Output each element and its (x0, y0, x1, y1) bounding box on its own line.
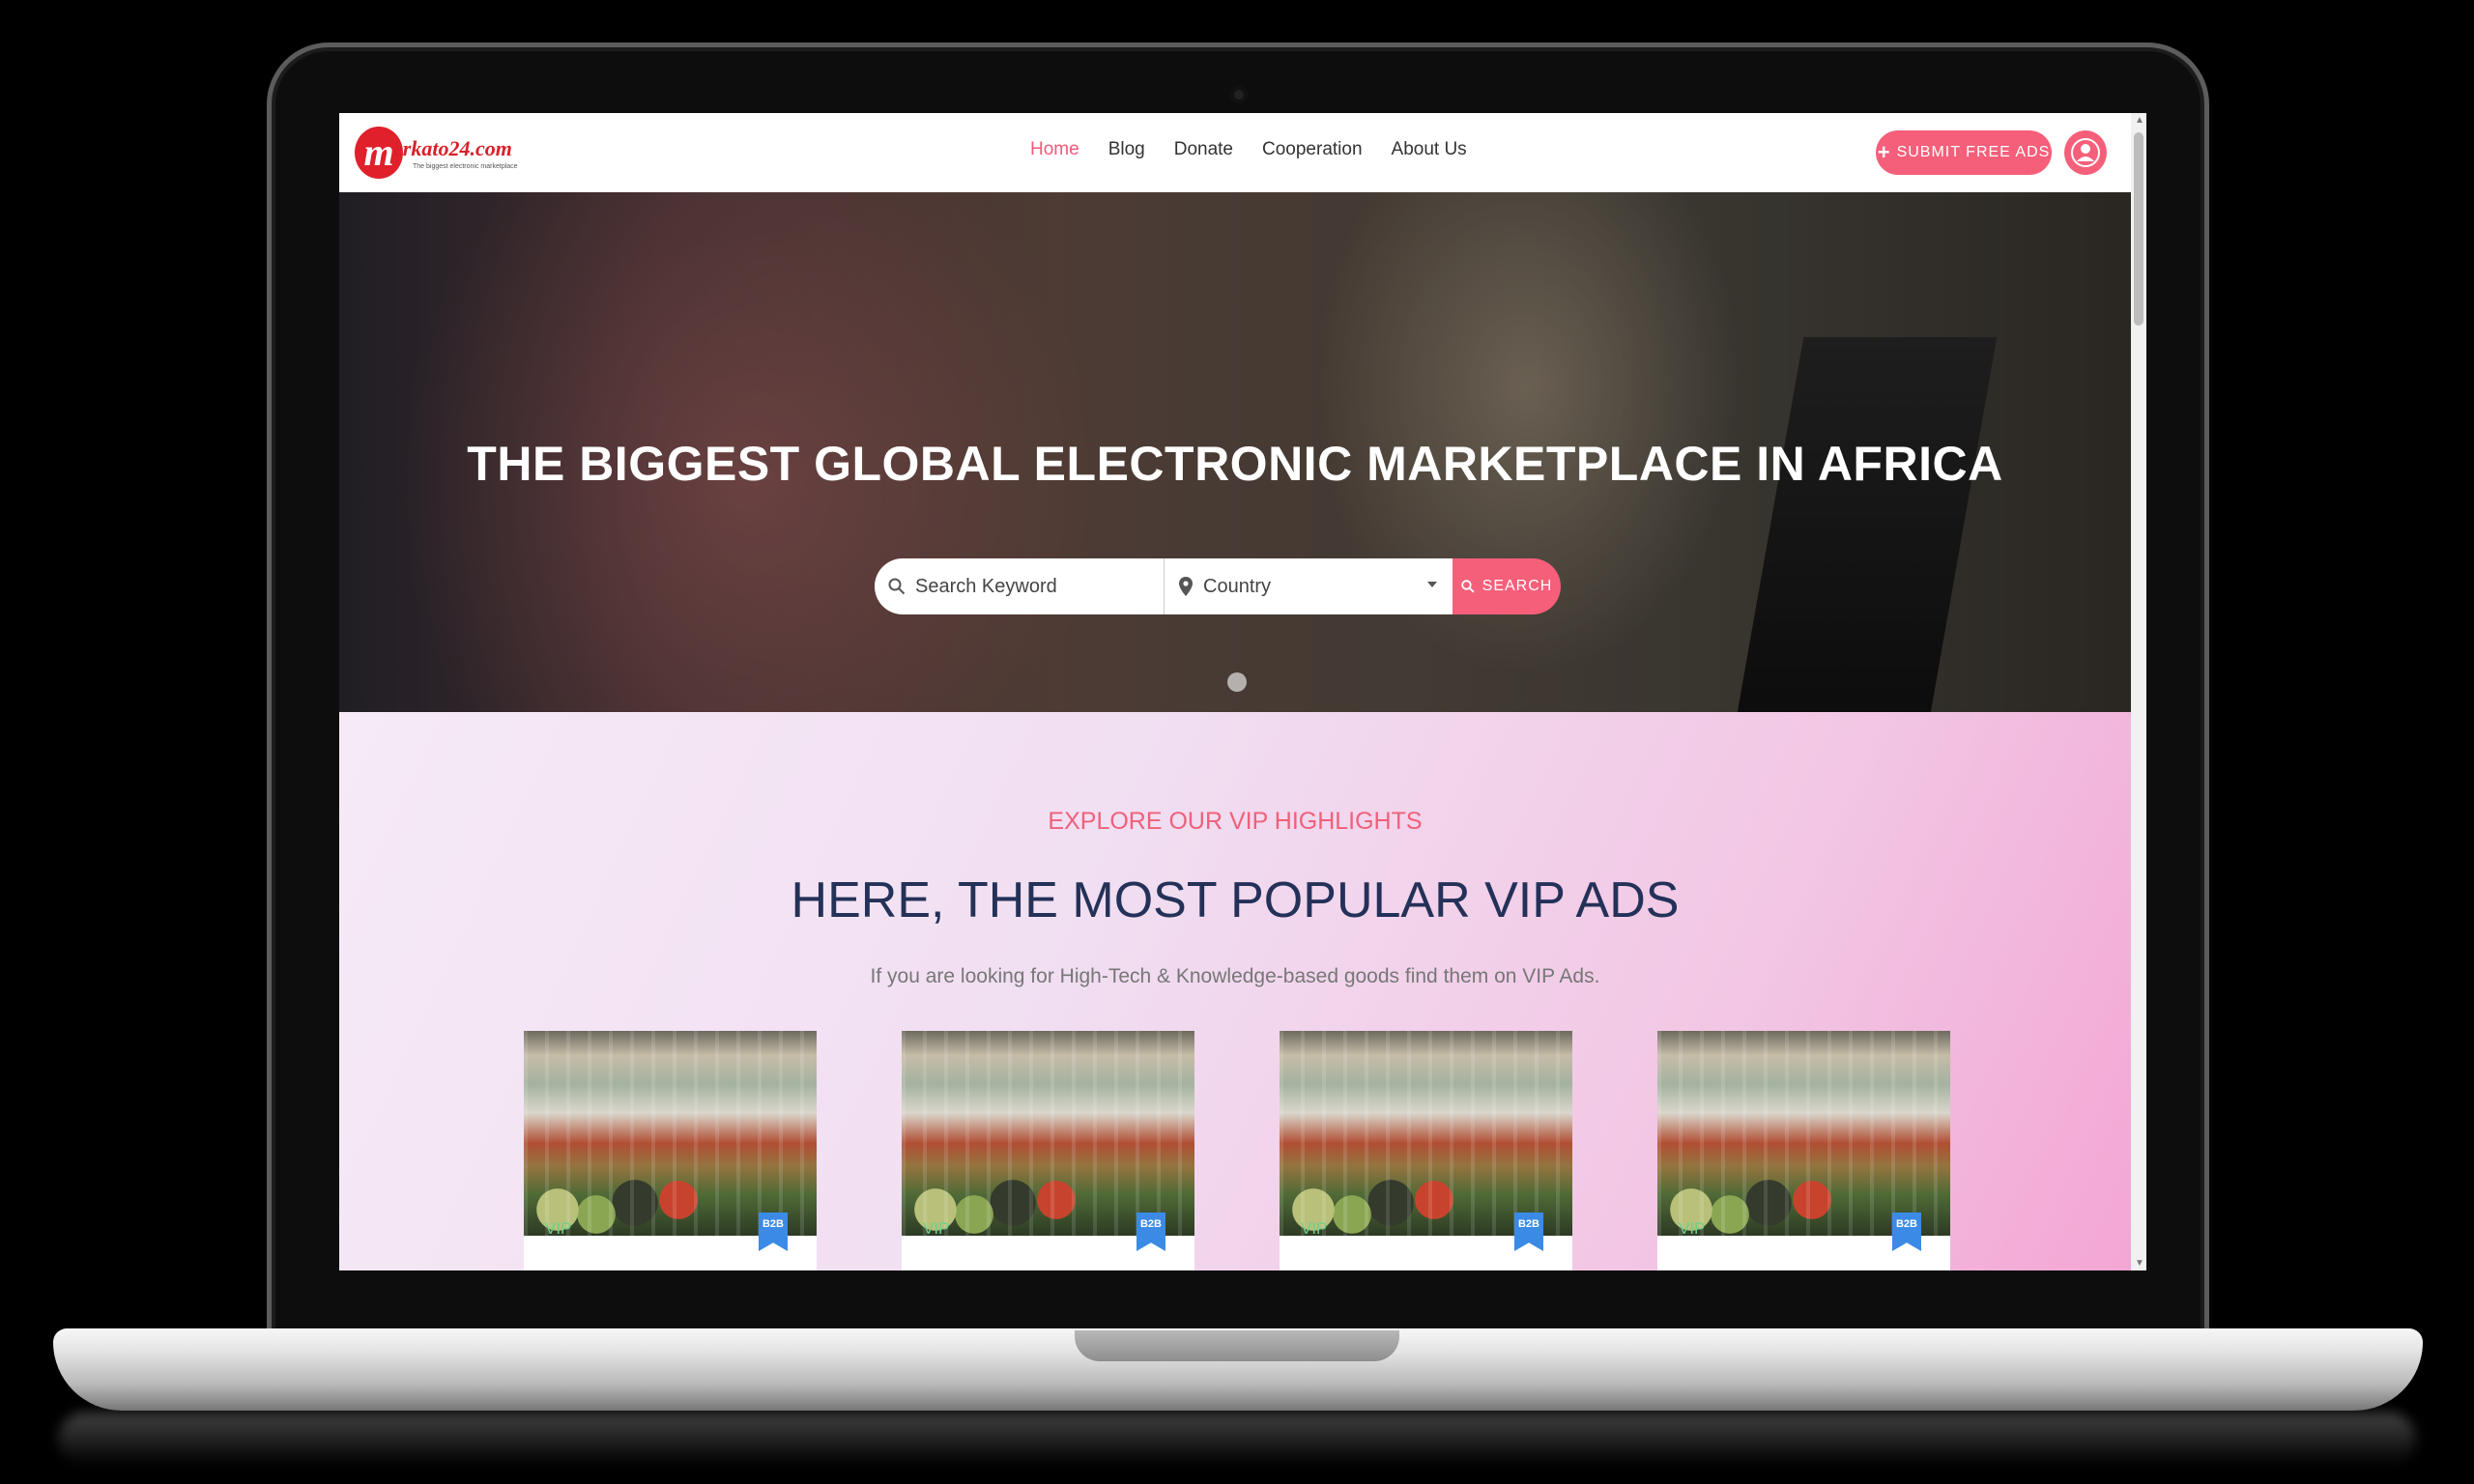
vip-badge: VIP (1679, 1219, 1706, 1238)
page-scrollbar[interactable]: ▲ ▼ (2131, 113, 2146, 1270)
scrollbar-thumb[interactable] (2134, 132, 2143, 326)
scroll-up-arrow-icon[interactable]: ▲ (2135, 115, 2144, 126)
vip-badge: VIP (923, 1219, 950, 1238)
map-pin-icon (1179, 577, 1193, 596)
vip-ad-card[interactable]: VIP B2B (902, 1031, 1194, 1270)
vip-ad-image-overlay (902, 1031, 1194, 1236)
b2b-tag: B2B (759, 1213, 788, 1251)
search-button-icon (1460, 580, 1475, 593)
browser-screen: m erkato24.com The biggest electronic ma… (339, 113, 2146, 1270)
search-keyword-input[interactable]: Search Keyword (875, 558, 1165, 614)
hero-banner: THE BIGGEST GLOBAL ELECTRONIC MARKETPLAC… (339, 192, 2131, 712)
vip-badge: VIP (1301, 1219, 1328, 1238)
vip-ad-image-overlay (1657, 1031, 1950, 1236)
submit-free-ads-button[interactable]: + SUBMIT FREE ADS (1876, 130, 2052, 175)
vip-section-label: EXPLORE OUR VIP HIGHLIGHTS (1048, 808, 1423, 835)
vip-section-heading: HERE, THE MOST POPULAR VIP ADS (791, 872, 1680, 928)
user-account-button[interactable] (2064, 130, 2107, 175)
nav-links: Home Blog Donate Cooperation About Us (1030, 139, 1467, 160)
vip-ad-card[interactable]: VIP B2B (524, 1031, 817, 1270)
navbar: m erkato24.com The biggest electronic ma… (339, 113, 2131, 193)
vip-ad-image-overlay (524, 1031, 817, 1236)
vip-badge: VIP (545, 1219, 572, 1238)
country-placeholder: Country (1203, 575, 1272, 597)
plus-icon: + (1877, 140, 1891, 164)
vip-section: EXPLORE OUR VIP HIGHLIGHTS HERE, THE MOS… (339, 712, 2131, 1270)
user-icon (2071, 138, 2100, 167)
nav-blog[interactable]: Blog (1108, 139, 1145, 160)
vip-ad-image-overlay (1280, 1031, 1572, 1236)
search-button-label: SEARCH (1482, 578, 1553, 594)
carousel-indicator[interactable] (1227, 672, 1247, 692)
logo-tagline: The biggest electronic marketplace (413, 163, 518, 170)
nav-home[interactable]: Home (1030, 139, 1079, 160)
logo-text: erkato24.com (393, 136, 512, 160)
scroll-down-arrow-icon[interactable]: ▼ (2135, 1258, 2144, 1269)
hero-title: THE BIGGEST GLOBAL ELECTRONIC MARKETPLAC… (467, 437, 2003, 491)
search-button[interactable]: SEARCH (1453, 558, 1561, 614)
country-select[interactable]: Country (1165, 558, 1453, 614)
b2b-tag: B2B (1514, 1213, 1543, 1251)
submit-free-ads-label: SUBMIT FREE ADS (1896, 144, 2051, 160)
nav-donate[interactable]: Donate (1174, 139, 1233, 160)
nav-about-us[interactable]: About Us (1392, 139, 1467, 160)
laptop-notch (1075, 1330, 1399, 1361)
vip-section-description: If you are looking for High-Tech & Knowl… (870, 965, 1600, 987)
search-icon (888, 578, 906, 595)
b2b-tag: B2B (1892, 1213, 1921, 1251)
search-bar: Search Keyword Country SEARCH (875, 558, 1561, 614)
vip-ad-card[interactable]: VIP B2B (1657, 1031, 1950, 1270)
dropdown-caret-icon (1427, 582, 1437, 587)
search-keyword-placeholder: Search Keyword (915, 575, 1057, 597)
vip-ad-card[interactable]: VIP B2B (1280, 1031, 1572, 1270)
site-logo[interactable]: m erkato24.com The biggest electronic ma… (355, 125, 518, 183)
b2b-tag: B2B (1136, 1213, 1165, 1251)
nav-cooperation[interactable]: Cooperation (1262, 139, 1363, 160)
webcam (1230, 86, 1248, 103)
laptop-reflection (58, 1413, 2416, 1466)
